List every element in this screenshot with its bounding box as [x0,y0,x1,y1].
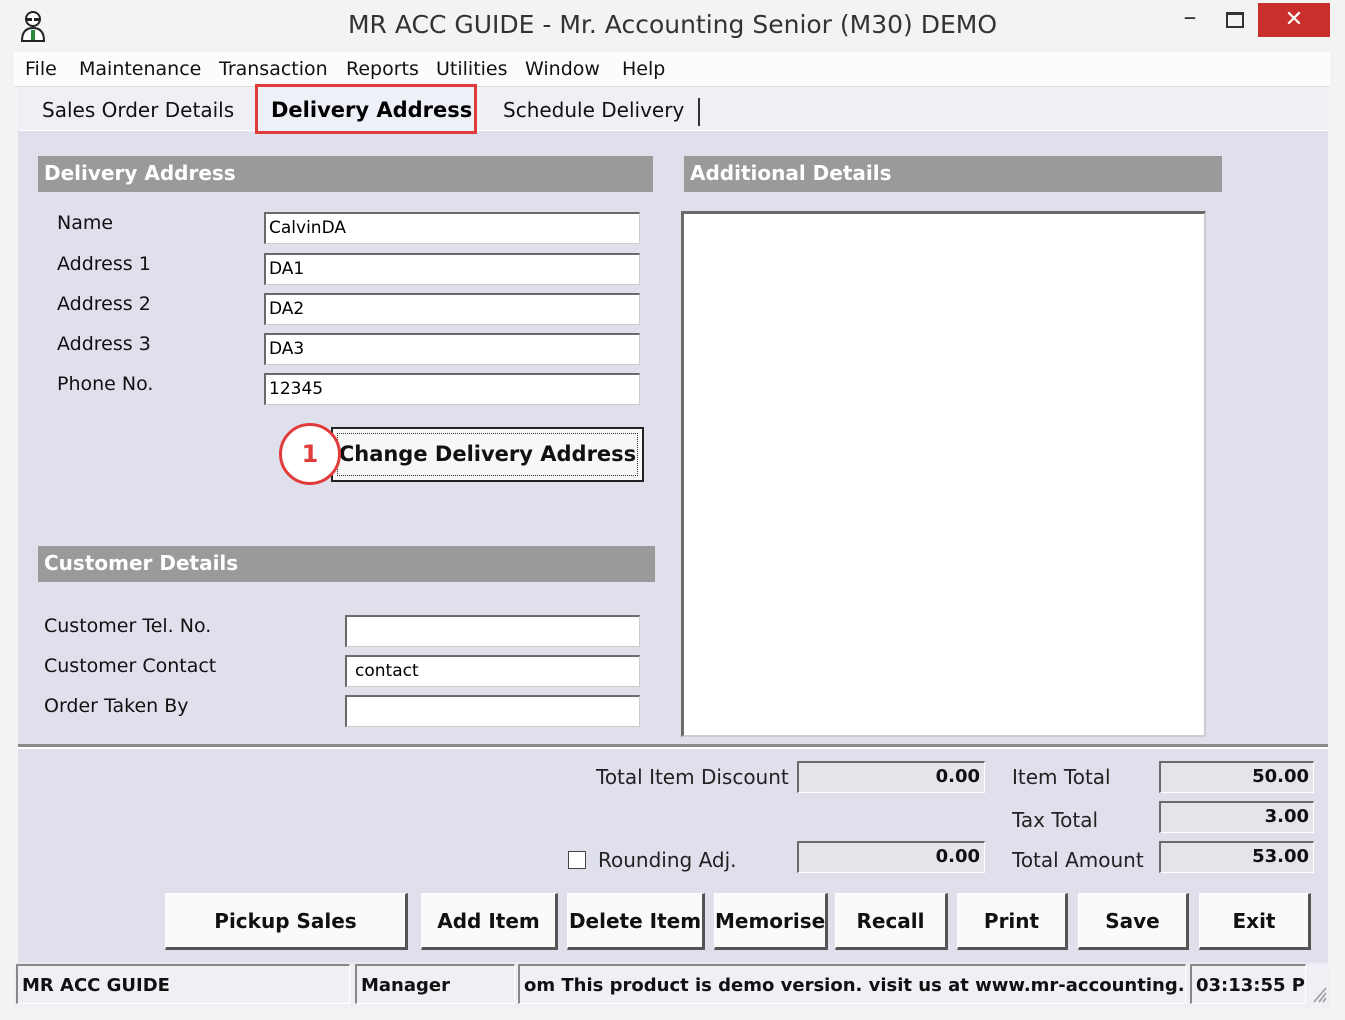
save-button[interactable]: Save [1078,893,1189,950]
additional-details-textarea[interactable] [681,211,1206,737]
maximize-icon [1226,12,1244,28]
tab-delivery-address[interactable]: Delivery Address [255,84,477,134]
window-title: MR ACC GUIDE - Mr. Accounting Senior (M3… [347,10,998,39]
add-item-button[interactable]: Add Item [421,893,558,950]
item-total-label: Item Total [1012,765,1111,789]
additional-details-header: Additional Details [684,156,1222,192]
customer-tel-label: Customer Tel. No. [44,615,212,637]
address-3-field[interactable]: DA3 [264,333,640,365]
address-1-field[interactable]: DA1 [264,253,640,285]
minimize-button[interactable]: – [1168,4,1212,36]
change-delivery-address-button[interactable]: Change Delivery Address [331,427,644,482]
menu-maintenance[interactable]: Maintenance [79,58,201,80]
status-message: om This product is demo version. visit u… [518,964,1186,1004]
resize-grip-icon[interactable] [1308,982,1328,1004]
menu-window[interactable]: Window [525,58,600,80]
total-amount-value: 53.00 [1159,841,1314,873]
maximize-button[interactable] [1212,6,1256,36]
pickup-sales-quotation-button[interactable]: Pickup Sales Quotation [165,893,408,987]
exit-button[interactable]: Exit [1199,893,1311,950]
customer-tel-field[interactable] [345,615,640,647]
tab-schedule-delivery[interactable]: Schedule Delivery [503,98,684,122]
order-taken-by-field[interactable] [345,695,640,727]
customer-contact-field[interactable]: contact [345,655,640,687]
status-clock: 03:13:55 PM [1190,964,1306,1004]
tax-total-value: 3.00 [1159,801,1314,833]
tax-total-label: Tax Total [1012,808,1099,832]
menu-file[interactable]: File [25,58,57,80]
address-3-label: Address 3 [57,333,151,355]
menu-reports[interactable]: Reports [346,58,419,80]
menu-transaction[interactable]: Transaction [219,58,328,80]
address-1-label: Address 1 [57,253,151,275]
tab-strip-end-divider [698,98,700,126]
address-2-field[interactable]: DA2 [264,293,640,325]
total-item-discount-value: 0.00 [797,761,985,793]
name-field[interactable]: CalvinDA [264,212,640,244]
delivery-address-header: Delivery Address [38,156,653,192]
tab-sales-order-details[interactable]: Sales Order Details [42,98,234,122]
rounding-adj-value: 0.00 [797,841,985,873]
menu-bar: File Maintenance Transaction Reports Uti… [14,52,1330,87]
total-item-discount-label: Total Item Discount [596,765,789,789]
status-user: Manager [355,964,515,1004]
address-2-label: Address 2 [57,293,151,315]
step-callout-badge: 1 [279,423,341,485]
total-amount-label: Total Amount [1012,848,1144,872]
phone-label: Phone No. [57,373,154,395]
name-label: Name [57,212,114,234]
menu-help[interactable]: Help [622,58,665,80]
menu-utilities[interactable]: Utilities [436,58,508,80]
rounding-adj-label[interactable]: Rounding Adj. [598,848,737,872]
memorise-button[interactable]: Memorise [714,893,828,950]
phone-field[interactable]: 12345 [264,373,640,405]
print-button[interactable]: Print [957,893,1068,950]
customer-contact-label: Customer Contact [44,655,217,677]
customer-details-header: Customer Details [38,546,655,582]
delete-item-button[interactable]: Delete Item [567,893,705,950]
status-company: MR ACC GUIDE [16,964,350,1004]
item-total-value: 50.00 [1159,761,1314,793]
recall-button[interactable]: Recall [835,893,948,950]
close-button[interactable]: ✕ [1258,3,1330,37]
focus-ring [337,433,638,476]
order-taken-by-label: Order Taken By [44,695,189,717]
tab-delivery-address-label: Delivery Address [271,98,473,122]
rounding-adj-checkbox[interactable] [568,851,586,869]
